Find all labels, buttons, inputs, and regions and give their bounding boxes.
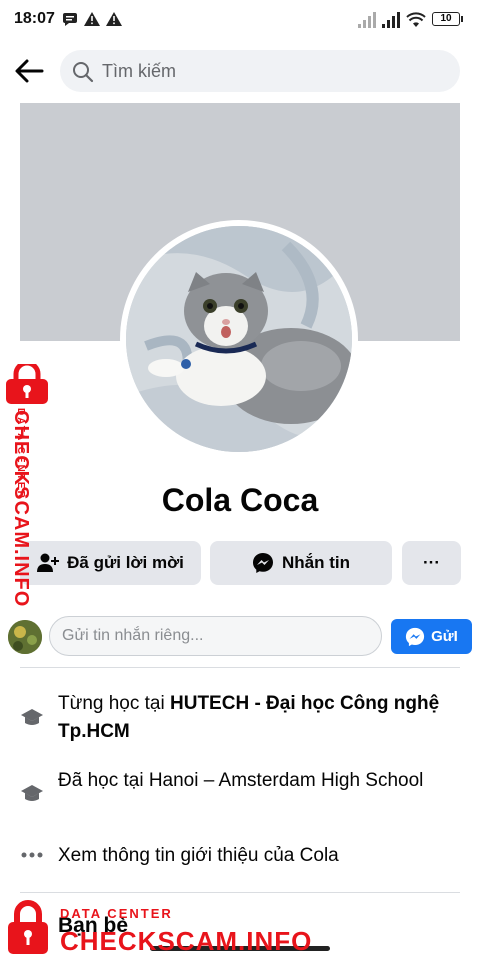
status-bar: 18:07 10	[0, 0, 480, 40]
message-label: Nhắn tin	[282, 553, 350, 572]
search-placeholder: Tìm kiếm	[102, 61, 176, 81]
graduation-cap-icon	[21, 785, 43, 801]
signal-weak-icon	[358, 12, 376, 28]
search-icon	[73, 62, 94, 83]
send-label: GửI	[431, 628, 458, 645]
messenger-icon	[253, 553, 273, 573]
watermark-label-large: CHECKSCAM.INFO	[60, 926, 313, 956]
education-prefix: Từng học tại	[58, 693, 170, 714]
more-dots-icon	[21, 852, 43, 858]
more-dots-icon: ···	[423, 553, 440, 572]
education-item-hutech[interactable]: Từng học tại HUTECH - Đại học Công nghệ …	[58, 690, 458, 746]
warning-icon	[106, 12, 122, 26]
profile-name: Cola Coca	[161, 482, 319, 518]
signal-icon	[382, 12, 400, 28]
battery-icon: 10	[432, 12, 460, 26]
send-button[interactable]: GửI	[391, 619, 472, 654]
watermark-label-large: CHECKSCAM.INFO	[10, 410, 32, 608]
warning-icon	[84, 12, 100, 26]
status-time: 18:07	[14, 10, 55, 27]
lock-icon	[6, 364, 48, 404]
watermark-bottom: DATA CENTER CHECKSCAM.INFO	[0, 896, 311, 960]
watermark-side: DATA CENTER CHECKSCAM.INFO	[4, 364, 54, 607]
add-friend-label: Đã gửi lời mời	[67, 553, 184, 572]
lock-icon	[8, 900, 48, 954]
message-placeholder: Gửi tin nhắn riêng...	[62, 627, 204, 644]
profile-avatar[interactable]	[126, 226, 352, 452]
battery-tip	[461, 16, 463, 22]
messenger-icon	[406, 627, 425, 646]
divider	[20, 892, 460, 893]
wifi-icon	[406, 12, 426, 27]
see-about-info-link[interactable]: Xem thông tin giới thiệu của Cola	[58, 842, 458, 870]
message-button[interactable]: Nhắn tin	[210, 541, 392, 585]
more-options-button[interactable]: ···	[402, 541, 461, 585]
battery-level: 10	[440, 13, 452, 24]
message-notification-icon	[63, 13, 77, 26]
cat-photo	[126, 226, 352, 452]
divider	[20, 667, 460, 668]
graduation-cap-icon	[21, 709, 43, 725]
education-item-hanoi-amsterdam[interactable]: Đã học tại Hanoi – Amsterdam High School	[58, 767, 458, 795]
back-arrow-icon[interactable]	[12, 54, 46, 88]
watermark-label-small: DATA CENTER	[60, 906, 173, 921]
